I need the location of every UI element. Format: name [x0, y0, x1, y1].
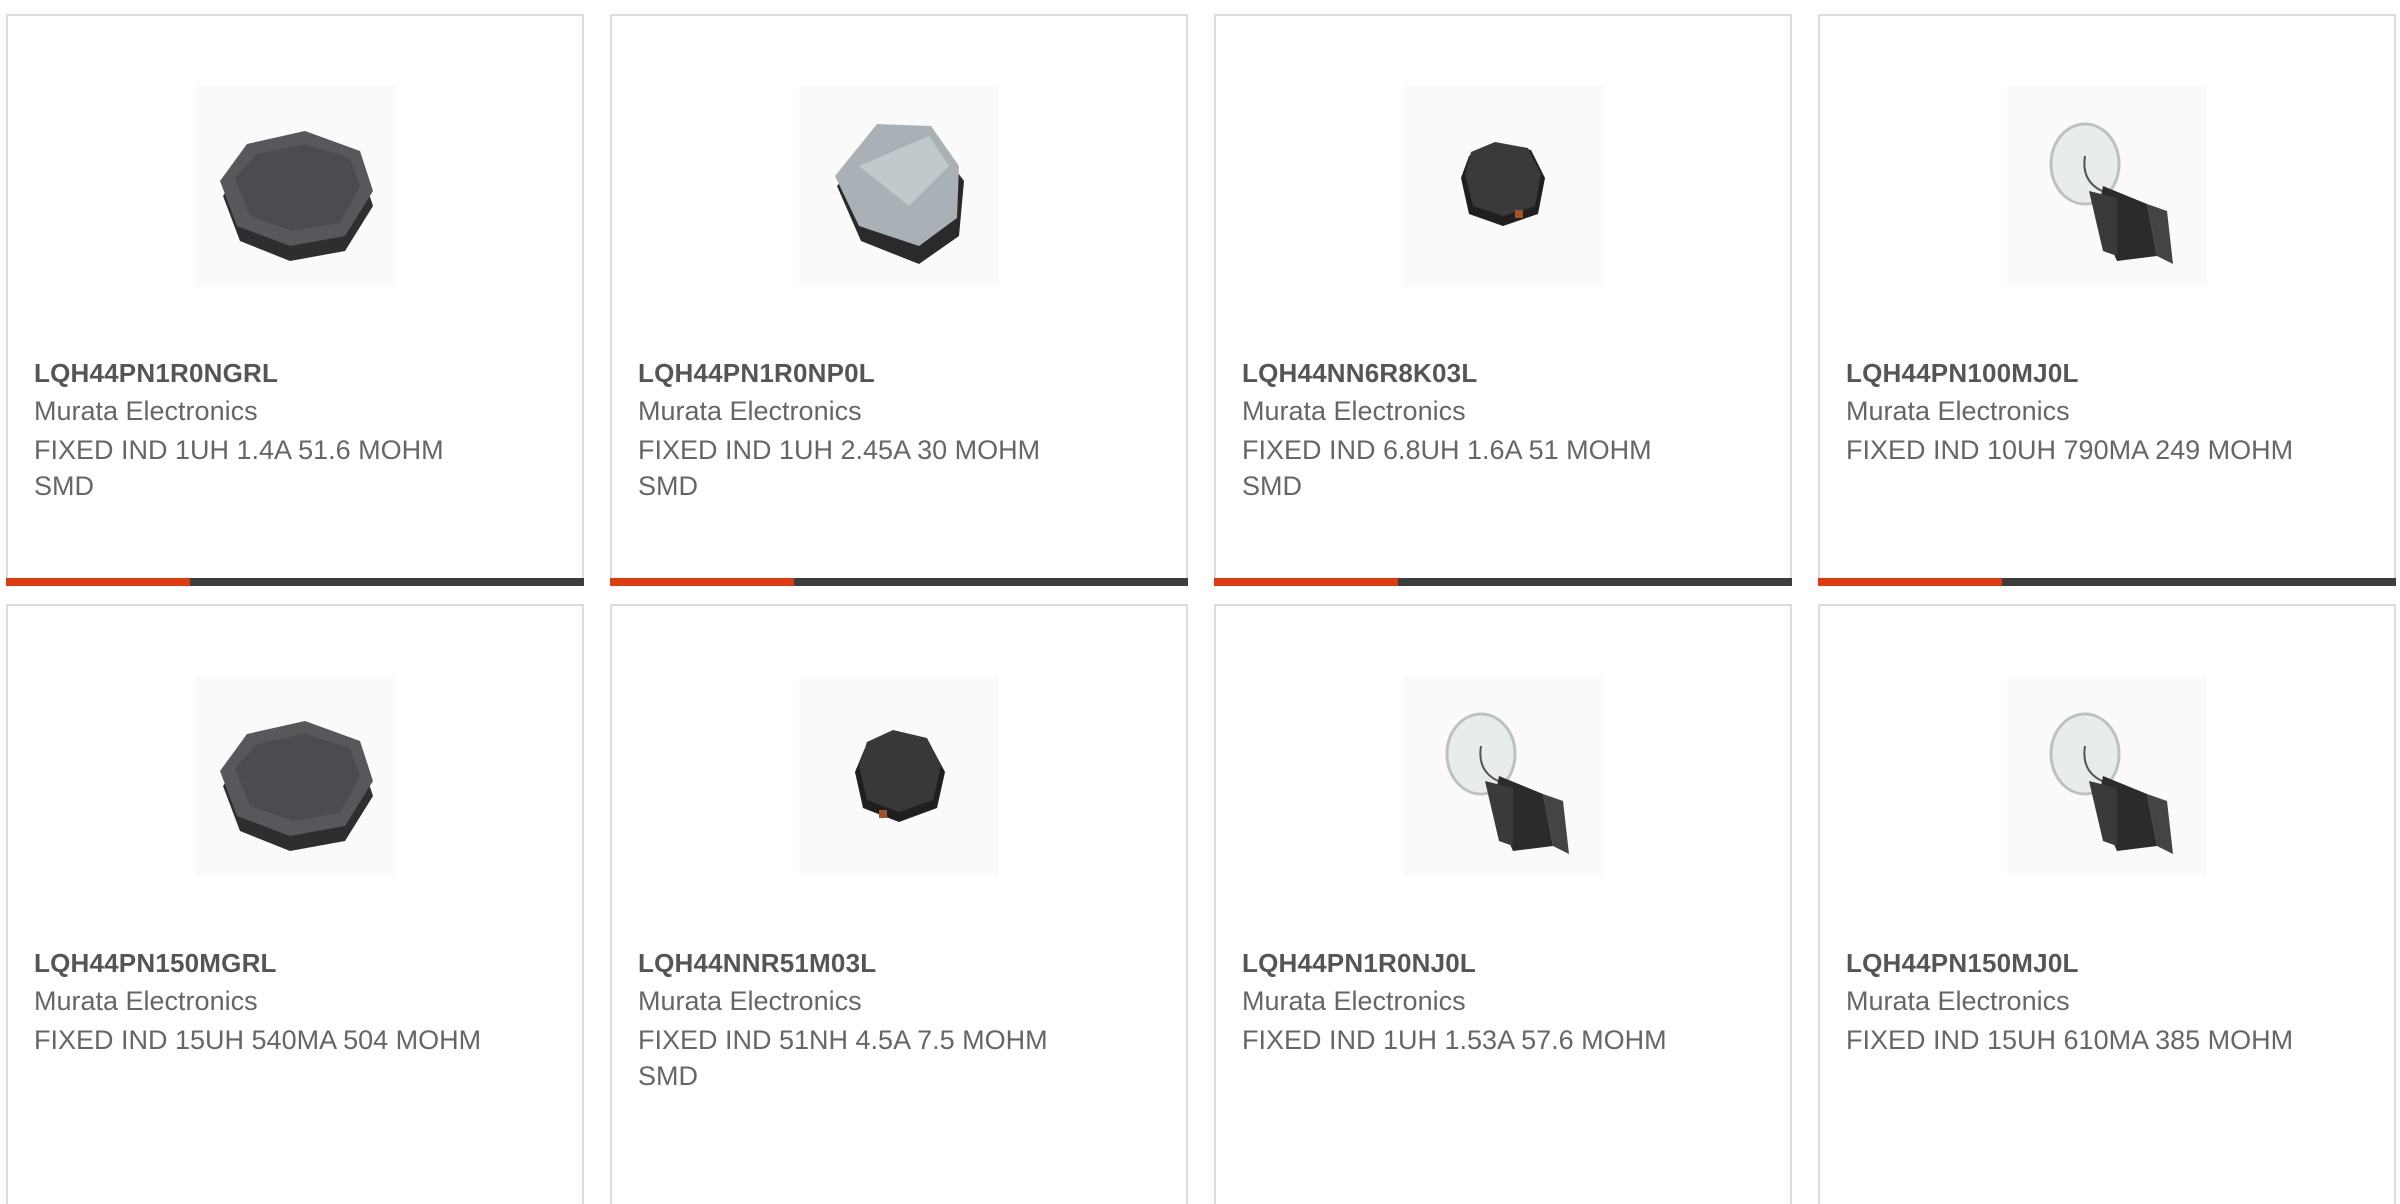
- description: FIXED IND 1UH 1.53A 57.6 MOHM: [1242, 1025, 1667, 1055]
- part-number[interactable]: LQH44NNR51M03L: [638, 948, 876, 979]
- product-card[interactable]: LQH44NNR51M03L Murata Electronics FIXED …: [610, 604, 1188, 1204]
- product-card[interactable]: LQH44PN1R0NP0L Murata Electronics FIXED …: [610, 14, 1188, 586]
- manufacturer: Murata Electronics: [638, 986, 862, 1016]
- description: FIXED IND 10UH 790MA 249 MOHM: [1846, 435, 2294, 465]
- manufacturer: Murata Electronics: [1242, 986, 1466, 1016]
- description: FIXED IND 51NH 4.5A 7.5 MOHM SMD: [638, 1025, 1048, 1091]
- inductor-silver-icon: [799, 86, 999, 286]
- inductor-small-icon: [1403, 86, 1603, 286]
- product-card[interactable]: LQH44PN150MGRL Murata Electronics FIXED …: [6, 604, 584, 1204]
- description: FIXED IND 15UH 610MA 385 MOHM: [1846, 1025, 2294, 1055]
- manufacturer: Murata Electronics: [638, 396, 862, 426]
- manufacturer: Murata Electronics: [1242, 396, 1466, 426]
- product-card[interactable]: LQH44NN6R8K03L Murata Electronics FIXED …: [1214, 14, 1792, 586]
- description: FIXED IND 6.8UH 1.6A 51 MOHM SMD: [1242, 435, 1652, 501]
- card-progress-bar: [1818, 578, 2396, 586]
- description: FIXED IND 1UH 1.4A 51.6 MOHM SMD: [34, 435, 444, 501]
- bulb-icon: [1403, 676, 1603, 876]
- product-card[interactable]: LQH44PN1R0NGRL Murata Electronics FIXED …: [6, 14, 584, 586]
- inductor-large-icon: [195, 86, 395, 286]
- part-number[interactable]: LQH44PN150MJ0L: [1846, 948, 2079, 979]
- product-card[interactable]: LQH44PN150MJ0L Murata Electronics FIXED …: [1818, 604, 2396, 1204]
- manufacturer: Murata Electronics: [34, 986, 258, 1016]
- bulb-icon: [2007, 676, 2207, 876]
- part-number[interactable]: LQH44PN1R0NJ0L: [1242, 948, 1476, 979]
- card-progress-bar: [6, 578, 584, 586]
- part-number[interactable]: LQH44NN6R8K03L: [1242, 358, 1477, 389]
- product-card[interactable]: LQH44PN100MJ0L Murata Electronics FIXED …: [1818, 14, 2396, 586]
- product-grid: LQH44PN1R0NGRL Murata Electronics FIXED …: [0, 0, 2400, 1204]
- inductor-large-icon: [195, 676, 395, 876]
- part-number[interactable]: LQH44PN1R0NGRL: [34, 358, 278, 389]
- bulb-icon: [2007, 86, 2207, 286]
- description: FIXED IND 15UH 540MA 504 MOHM: [34, 1025, 482, 1055]
- manufacturer: Murata Electronics: [1846, 396, 2070, 426]
- card-progress-bar: [1214, 578, 1792, 586]
- card-progress-bar: [610, 578, 1188, 586]
- manufacturer: Murata Electronics: [1846, 986, 2070, 1016]
- part-number[interactable]: LQH44PN100MJ0L: [1846, 358, 2079, 389]
- inductor-small-icon: [799, 676, 999, 876]
- manufacturer: Murata Electronics: [34, 396, 258, 426]
- part-number[interactable]: LQH44PN150MGRL: [34, 948, 277, 979]
- product-card[interactable]: LQH44PN1R0NJ0L Murata Electronics FIXED …: [1214, 604, 1792, 1204]
- description: FIXED IND 1UH 2.45A 30 MOHM SMD: [638, 435, 1041, 501]
- part-number[interactable]: LQH44PN1R0NP0L: [638, 358, 875, 389]
